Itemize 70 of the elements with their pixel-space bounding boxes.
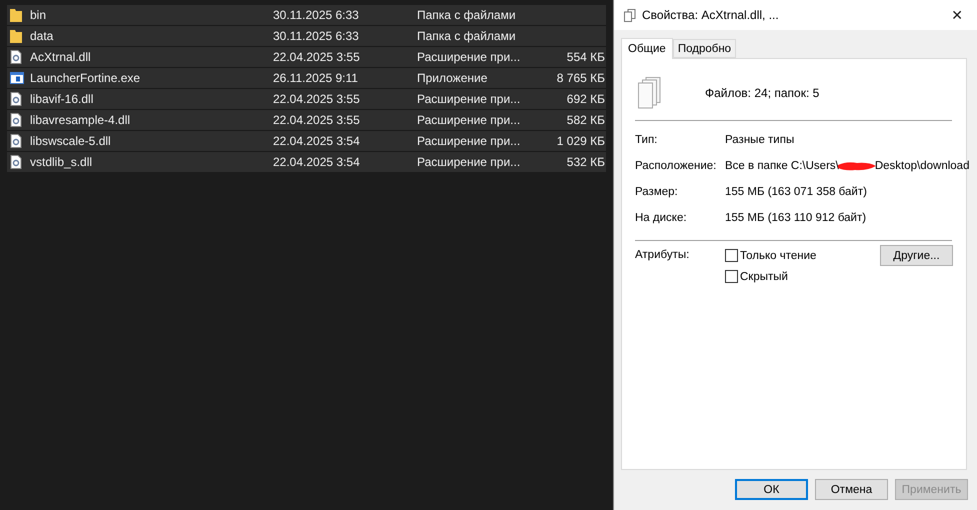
- other-attributes-button[interactable]: Другие...: [880, 245, 953, 266]
- file-type: Расширение при...: [417, 113, 522, 127]
- folder-icon: [10, 29, 22, 43]
- gear-file-icon: [10, 92, 22, 106]
- file-date: 22.04.2025 3:55: [273, 50, 361, 64]
- file-row[interactable]: vstdlib_s.dll 22.04.2025 3:54 Расширение при... 532 КБ: [7, 152, 606, 172]
- folder-icon: [10, 8, 22, 22]
- property-value: 155 МБ (163 071 358 байт): [725, 186, 868, 198]
- file-row[interactable]: libswscale-5.dll 22.04.2025 3:54 Расширение при... 1 029 КБ: [7, 131, 606, 151]
- file-type: Папка с файлами: [417, 8, 517, 22]
- tab[interactable]: Общие: [621, 38, 673, 59]
- file-name: LauncherFortine.exe: [30, 71, 142, 85]
- property-label: На диске:: [635, 212, 688, 224]
- window-title: Свойства: AcXtrnal.dll, ...: [642, 8, 780, 22]
- property-label: Размер:: [635, 186, 679, 198]
- gear-file-icon: [10, 134, 22, 148]
- file-date: 30.11.2025 6:33: [273, 8, 360, 22]
- close-button[interactable]: ✕: [947, 6, 967, 24]
- gear-file-icon: [10, 155, 22, 169]
- file-date: 30.11.2025 6:33: [273, 29, 360, 43]
- file-name: libswscale-5.dll: [30, 134, 112, 148]
- file-name: vstdlib_s.dll: [30, 155, 94, 169]
- tab[interactable]: Подробно: [672, 39, 736, 58]
- file-name: AcXtrnal.dll: [30, 50, 92, 64]
- dialog-button[interactable]: ОК: [735, 479, 808, 500]
- file-size: 532 КБ: [566, 155, 605, 169]
- file-row[interactable]: data 30.11.2025 6:33 Папка с файлами: [7, 26, 606, 46]
- file-type: Расширение при...: [417, 134, 522, 148]
- file-size: 692 КБ: [566, 92, 605, 106]
- property-label: Расположение:: [635, 160, 718, 172]
- file-date: 26.11.2025 9:11: [273, 71, 359, 85]
- file-date: 22.04.2025 3:54: [273, 134, 361, 148]
- property-value: 155 МБ (163 110 912 байт): [725, 212, 868, 224]
- file-row[interactable]: LauncherFortine.exe 26.11.2025 9:11 Приложение 8 765 КБ: [7, 68, 606, 88]
- file-size: 8 765 КБ: [556, 71, 605, 85]
- file-date: 22.04.2025 3:54: [273, 155, 361, 169]
- checkbox-label: Только чтение: [740, 250, 816, 262]
- file-date: 22.04.2025 3:55: [273, 113, 361, 127]
- window-icon: [10, 72, 24, 84]
- file-type: Расширение при...: [417, 92, 522, 106]
- file-name: data: [30, 29, 54, 43]
- documents-icon: [624, 8, 636, 22]
- checkbox[interactable]: [725, 270, 738, 283]
- property-value: Разные типы: [725, 134, 796, 146]
- file-name: bin: [30, 8, 48, 22]
- property-label: Атрибуты:: [635, 249, 690, 263]
- file-size: 582 КБ: [566, 113, 605, 127]
- gear-file-icon: [10, 50, 22, 64]
- file-type: Приложение: [417, 71, 488, 85]
- file-type: Папка с файлами: [417, 29, 517, 43]
- file-type: Расширение при...: [417, 50, 522, 64]
- file-date: 22.04.2025 3:55: [273, 92, 361, 106]
- checkbox[interactable]: [725, 249, 738, 262]
- property-value: Desktop\download: [874, 160, 970, 172]
- property-value: Все в папке C:\Users\: [725, 160, 839, 172]
- documents-icon: [638, 76, 662, 108]
- file-name: libavif-16.dll: [30, 92, 94, 106]
- summary-text: Файлов: 24; папок: 5: [705, 86, 820, 100]
- file-size: 1 029 КБ: [556, 134, 605, 148]
- file-row[interactable]: libavif-16.dll 22.04.2025 3:55 Расширение при... 692 КБ: [7, 89, 606, 109]
- dialog-button[interactable]: Отмена: [815, 479, 888, 500]
- file-name: libavresample-4.dll: [30, 113, 132, 127]
- property-label: Тип:: [635, 134, 658, 146]
- file-row[interactable]: bin 30.11.2025 6:33 Папка с файлами: [7, 5, 606, 25]
- file-row[interactable]: libavresample-4.dll 22.04.2025 3:55 Расширение при... 582 КБ: [7, 110, 606, 130]
- checkbox-label: Скрытый: [740, 270, 788, 282]
- file-type: Расширение при...: [417, 155, 522, 169]
- file-row[interactable]: AcXtrnal.dll 22.04.2025 3:55 Расширение при... 554 КБ: [7, 47, 606, 67]
- gear-file-icon: [10, 113, 22, 127]
- file-size: 554 КБ: [566, 50, 605, 64]
